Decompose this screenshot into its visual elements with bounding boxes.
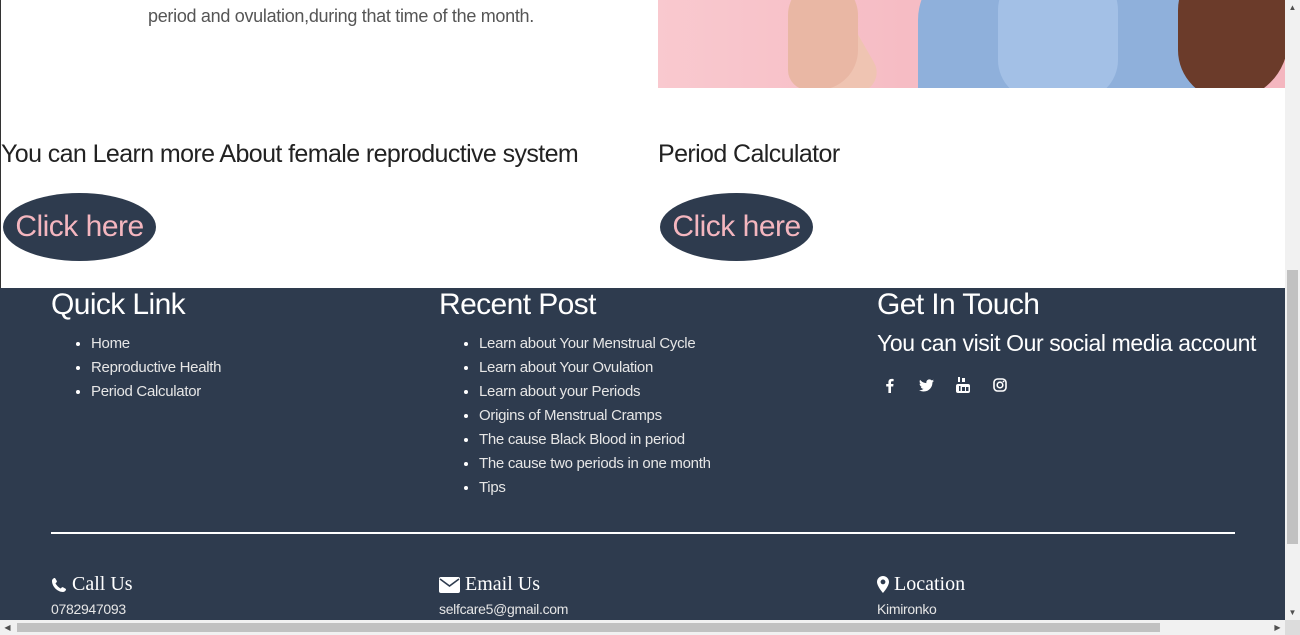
quick-link-period-calculator[interactable]: Period Calculator <box>91 380 221 404</box>
get-in-touch-title: Get In Touch <box>877 288 1040 321</box>
recent-post-ovulation[interactable]: Learn about Your Ovulation <box>479 356 711 380</box>
footer-divider <box>51 532 1235 534</box>
call-us-label: Call Us <box>72 573 133 595</box>
scroll-right-arrow-icon[interactable]: ▶ <box>1270 620 1285 635</box>
photo-shirt-detail <box>998 0 1118 88</box>
learn-section-title: You can Learn more About female reproduc… <box>1 140 579 168</box>
period-click-button[interactable]: Click here <box>660 193 813 261</box>
learn-click-button[interactable]: Click here <box>3 193 156 261</box>
recent-post-periods[interactable]: Learn about your Periods <box>479 380 711 404</box>
scroll-up-arrow-icon[interactable]: ▲ <box>1285 0 1300 15</box>
phone-icon <box>52 577 66 592</box>
vertical-scroll-thumb[interactable] <box>1287 270 1298 544</box>
recent-post-tips[interactable]: Tips <box>479 476 711 500</box>
recent-post-title: Recent Post <box>439 288 596 321</box>
scroll-left-arrow-icon[interactable]: ◀ <box>0 620 15 635</box>
quick-link-list: Home Reproductive Health Period Calculat… <box>51 332 222 404</box>
recent-post-black-blood[interactable]: The cause Black Blood in period <box>479 428 711 452</box>
social-icons <box>880 376 1009 394</box>
get-in-touch-subtitle: You can visit Our social media account <box>877 330 1256 356</box>
photo-hand <box>788 0 858 88</box>
scrollbar-corner <box>1285 620 1300 635</box>
map-marker-icon <box>877 576 889 593</box>
quick-link-title: Quick Link <box>51 288 186 321</box>
youtube-icon[interactable] <box>954 376 972 394</box>
intro-text: period and ovulation,during that time of… <box>148 6 534 26</box>
email-us-heading: Email Us <box>439 573 540 596</box>
horizontal-scrollbar[interactable]: ◀ ▶ <box>0 620 1285 635</box>
recent-post-cramps[interactable]: Origins of Menstrual Cramps <box>479 404 711 428</box>
photo-hair <box>1178 0 1285 88</box>
hero-photo <box>658 0 1285 88</box>
recent-post-list: Learn about Your Menstrual Cycle Learn a… <box>439 332 711 500</box>
email-us-label: Email Us <box>465 573 540 595</box>
period-section-title: Period Calculator <box>658 140 840 168</box>
location-label: Location <box>894 573 966 595</box>
footer: Quick Link Home Reproductive Health Peri… <box>0 288 1285 620</box>
envelope-icon <box>439 576 460 593</box>
recent-post-menstrual-cycle[interactable]: Learn about Your Menstrual Cycle <box>479 332 711 356</box>
vertical-scrollbar[interactable]: ▲ ▼ <box>1285 0 1300 620</box>
scroll-down-arrow-icon[interactable]: ▼ <box>1285 605 1300 620</box>
quick-link-reproductive-health[interactable]: Reproductive Health <box>91 356 222 380</box>
recent-post-two-periods[interactable]: The cause two periods in one month <box>479 452 711 476</box>
twitter-icon[interactable] <box>917 376 935 394</box>
location-heading: Location <box>877 573 965 596</box>
phone-number: 0782947093 <box>51 601 126 617</box>
quick-link-home[interactable]: Home <box>91 332 221 356</box>
instagram-icon[interactable] <box>991 376 1009 394</box>
call-us-heading: Call Us <box>51 573 133 596</box>
facebook-icon[interactable] <box>880 376 898 394</box>
location-value: Kimironko <box>877 601 937 617</box>
horizontal-scroll-thumb[interactable] <box>17 623 1160 632</box>
email-address: selfcare5@gmail.com <box>439 601 569 617</box>
page: period and ovulation,during that time of… <box>0 0 1285 620</box>
